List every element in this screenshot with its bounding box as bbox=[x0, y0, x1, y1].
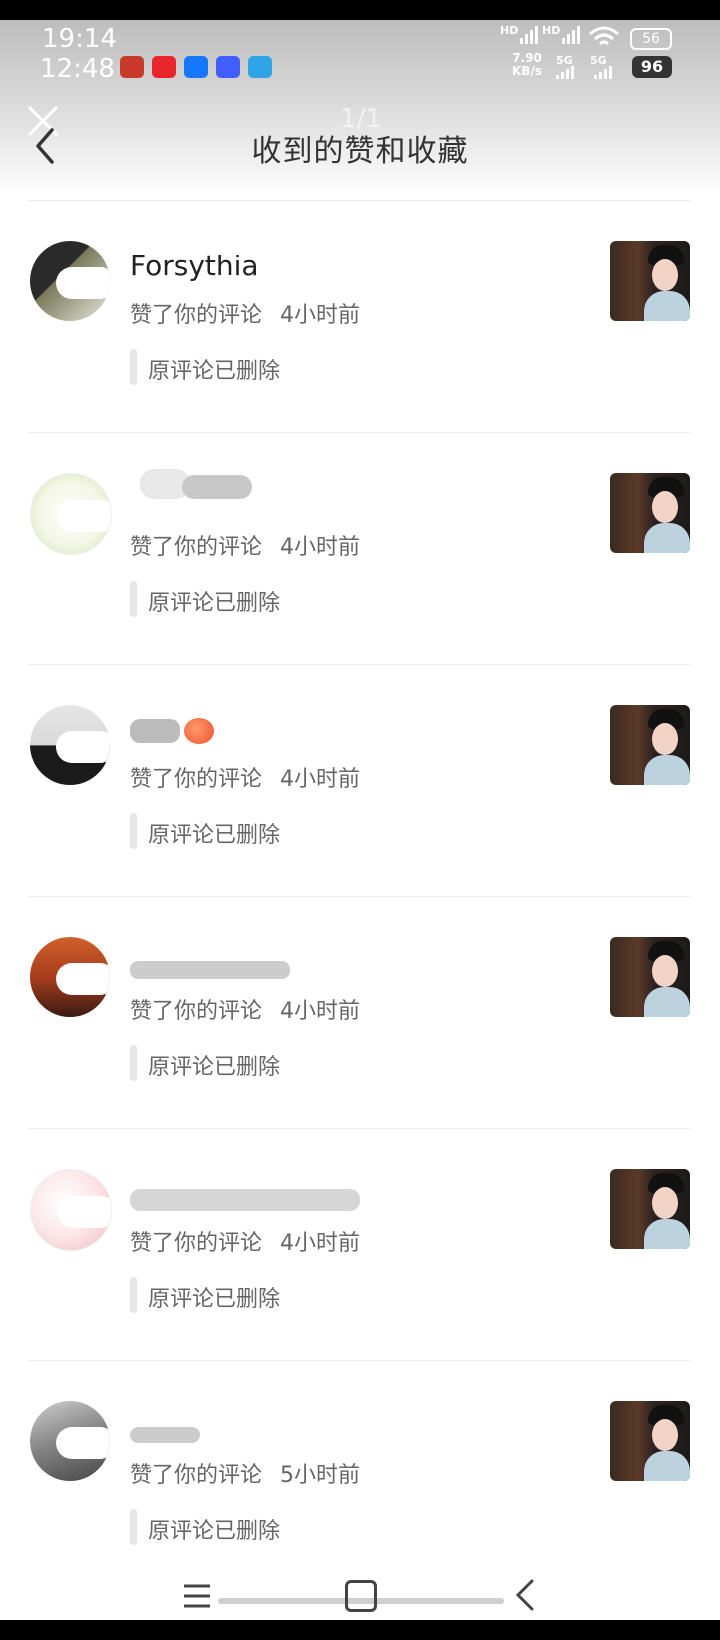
signal-icon bbox=[594, 66, 612, 79]
app-icon bbox=[216, 56, 240, 78]
like-action: 赞了你的评论 4小时前 bbox=[130, 1231, 361, 1256]
battery-icon: 56 bbox=[630, 28, 672, 50]
post-thumbnail[interactable] bbox=[610, 473, 690, 553]
avatar[interactable] bbox=[30, 1401, 110, 1481]
home-icon[interactable] bbox=[345, 1580, 377, 1612]
timestamp: 4小时前 bbox=[280, 1231, 361, 1256]
app-icon bbox=[184, 56, 208, 78]
timestamp: 4小时前 bbox=[280, 767, 361, 792]
signal-icon bbox=[556, 66, 574, 79]
post-thumbnail[interactable] bbox=[610, 1169, 690, 1249]
like-action: 赞了你的评论 4小时前 bbox=[130, 999, 361, 1024]
status-indicators: HD HD 56 7.90 KB/s 5G 5G 96 bbox=[498, 22, 688, 82]
wifi-icon bbox=[589, 26, 619, 46]
timestamp: 4小时前 bbox=[280, 303, 361, 328]
post-thumbnail[interactable] bbox=[610, 1401, 690, 1481]
timestamp: 5小时前 bbox=[280, 1463, 361, 1488]
hd-label: HD bbox=[542, 24, 561, 37]
peach-emoji bbox=[184, 718, 214, 744]
signal-icon bbox=[562, 26, 580, 44]
avatar[interactable] bbox=[30, 473, 112, 555]
app-icon bbox=[248, 56, 272, 78]
username[interactable] bbox=[130, 1177, 390, 1213]
screen-top-edge bbox=[0, 0, 720, 20]
back-nav-icon[interactable] bbox=[512, 1578, 538, 1612]
notification-app-icons bbox=[120, 56, 272, 78]
screen-bottom-edge bbox=[0, 1620, 720, 1640]
list-item[interactable]: 赞了你的评论 4小时前 原评论已删除 bbox=[0, 897, 720, 1129]
avatar[interactable] bbox=[30, 241, 110, 321]
timestamp: 4小时前 bbox=[280, 999, 361, 1024]
app-icon bbox=[120, 56, 144, 78]
like-action: 赞了你的评论 5小时前 bbox=[130, 1463, 361, 1488]
list-item[interactable]: 赞了你的评论 4小时前 原评论已删除 bbox=[0, 1129, 720, 1361]
avatar[interactable] bbox=[30, 937, 110, 1017]
username[interactable] bbox=[130, 945, 390, 981]
list-item[interactable]: Forsythia 赞了你的评论 4小时前 原评论已删除 bbox=[0, 201, 720, 433]
status-time: 19:14 bbox=[42, 24, 117, 54]
like-action: 赞了你的评论 4小时前 bbox=[130, 535, 361, 560]
list-item[interactable]: 赞了你的评论 5小时前 原评论已删除 bbox=[0, 1361, 720, 1561]
post-thumbnail[interactable] bbox=[610, 937, 690, 1017]
list-item[interactable]: 赞了你的评论 4小时前 原评论已删除 bbox=[0, 433, 720, 665]
status-time-secondary: 12:48 bbox=[40, 54, 115, 84]
menu-icon[interactable] bbox=[182, 1582, 212, 1610]
battery-level: 96 bbox=[632, 56, 672, 78]
hd-label: HD bbox=[500, 24, 519, 37]
signal-icon bbox=[520, 26, 538, 44]
username[interactable] bbox=[130, 713, 390, 749]
timestamp: 4小时前 bbox=[280, 535, 361, 560]
app-icon bbox=[152, 56, 176, 78]
avatar[interactable] bbox=[30, 705, 110, 785]
like-action: 赞了你的评论 4小时前 bbox=[130, 767, 361, 792]
post-thumbnail[interactable] bbox=[610, 241, 690, 321]
like-action: 赞了你的评论 4小时前 bbox=[130, 303, 361, 328]
page-title: 收到的赞和收藏 bbox=[251, 134, 469, 169]
list-item[interactable]: 赞了你的评论 4小时前 原评论已删除 bbox=[0, 665, 720, 897]
avatar[interactable] bbox=[30, 1169, 112, 1251]
post-thumbnail[interactable] bbox=[610, 705, 690, 785]
net-speed: 7.90 KB/s bbox=[512, 51, 542, 78]
username[interactable] bbox=[130, 1409, 390, 1445]
